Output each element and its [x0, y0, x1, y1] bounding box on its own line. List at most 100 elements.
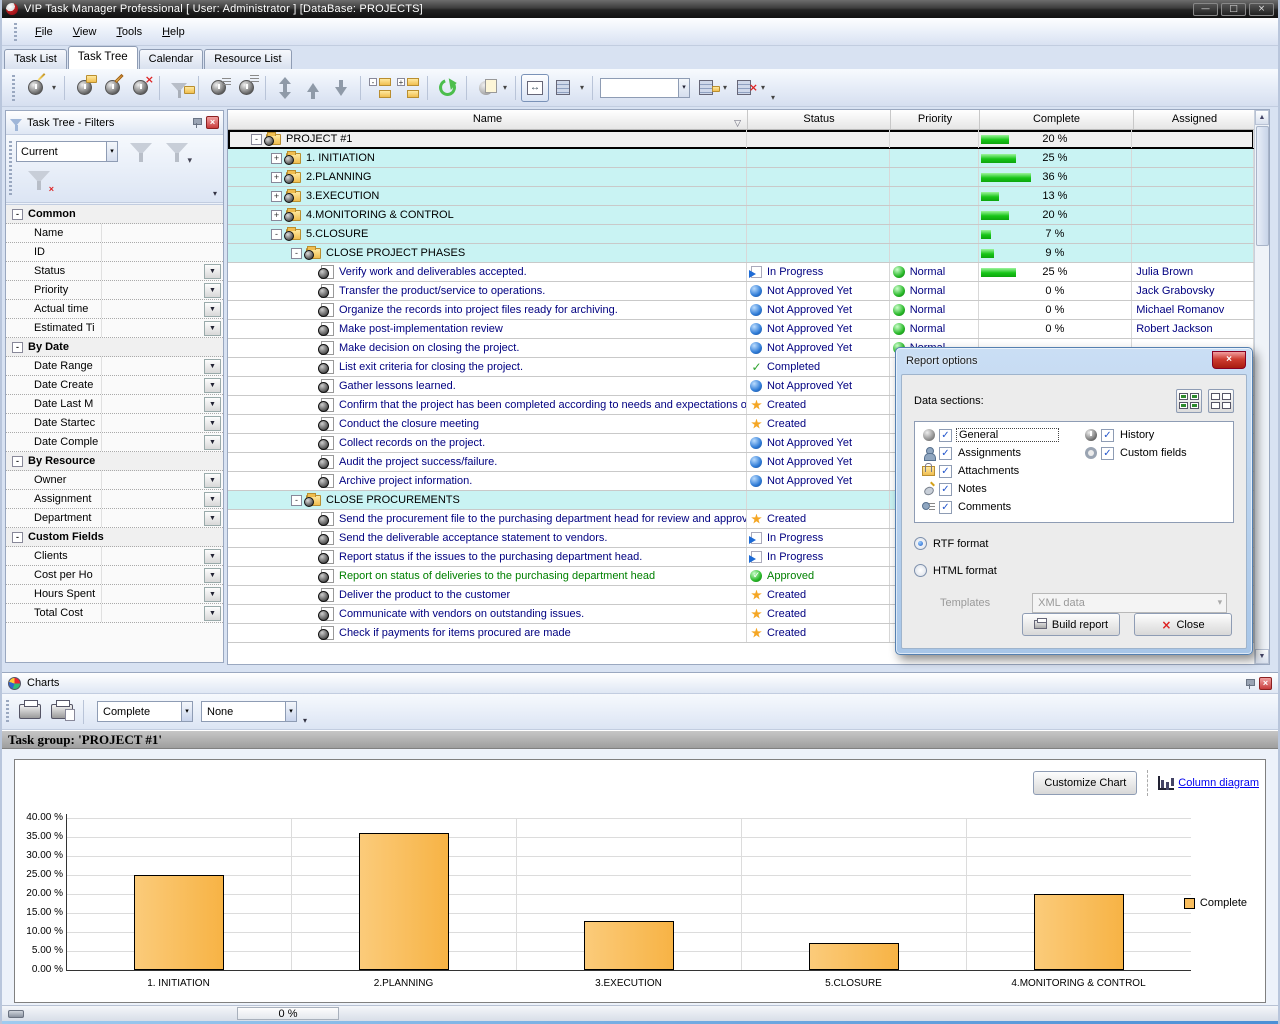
tree-expand-box[interactable]: - [291, 495, 302, 506]
group-row[interactable]: -5.CLOSURE7 % [228, 225, 1254, 244]
menu-item-view[interactable]: View [63, 23, 107, 41]
radio-button[interactable] [914, 537, 927, 550]
filter-field-dropdown[interactable]: ▼ [204, 302, 221, 317]
save-layout-button[interactable] [692, 74, 720, 102]
checkbox[interactable]: ✓ [939, 501, 952, 514]
section-checkbox-general[interactable]: ✓General [921, 427, 1059, 443]
tab-calendar[interactable]: Calendar [139, 49, 204, 69]
column-header-assigned[interactable]: Assigned [1134, 110, 1256, 129]
expand-all-button[interactable]: + [394, 74, 422, 102]
section-checkbox-custom-fields[interactable]: ✓Custom fields [1083, 445, 1189, 461]
group-row[interactable]: +1. INITIATION25 % [228, 149, 1254, 168]
filters-close-button[interactable]: × [206, 116, 219, 129]
save-layout-dropdown[interactable]: ▾ [720, 83, 730, 92]
edit-task-button[interactable] [98, 74, 126, 102]
checkbox[interactable]: ✓ [939, 447, 952, 460]
column-header-status[interactable]: Status [748, 110, 891, 129]
checkbox[interactable]: ✓ [1101, 447, 1114, 460]
tree-expand-box[interactable]: - [271, 229, 282, 240]
new-task-dropdown[interactable]: ▾ [49, 83, 59, 92]
build-report-button[interactable]: Build report [1022, 613, 1120, 636]
delete-layout-button[interactable]: × [730, 74, 758, 102]
section-checkbox-comments[interactable]: ✓Comments [921, 499, 1013, 515]
group-row[interactable]: +3.EXECUTION13 % [228, 187, 1254, 206]
radio-html-format[interactable]: HTML format [914, 564, 1234, 577]
tree-expand-box[interactable]: - [291, 248, 302, 259]
menu-item-tools[interactable]: Tools [106, 23, 152, 41]
chart-series-select[interactable]: Complete ▾ [97, 701, 193, 722]
tab-task-list[interactable]: Task List [4, 49, 67, 69]
tree-expand-box[interactable]: + [271, 153, 282, 164]
task-row[interactable]: Transfer the product/service to operatio… [228, 282, 1254, 301]
group-row[interactable]: -CLOSE PROJECT PHASES9 % [228, 244, 1254, 263]
tree-expand-box[interactable]: + [271, 172, 282, 183]
more-toolbar-options[interactable]: ▾ [768, 93, 778, 102]
filter-field-dropdown[interactable]: ▼ [204, 549, 221, 564]
select-all-sections-button[interactable] [1176, 389, 1202, 413]
clear-all-sections-button[interactable] [1208, 389, 1234, 413]
group-select-dropdown[interactable]: ▾ [285, 702, 296, 721]
radio-rtf-format[interactable]: RTF format [914, 537, 1234, 550]
collapse-all-button[interactable]: - [366, 74, 394, 102]
filter-field-dropdown[interactable]: ▼ [204, 416, 221, 431]
column-view-button[interactable] [549, 74, 577, 102]
filter-field-dropdown[interactable]: ▼ [204, 492, 221, 507]
column-header-priority[interactable]: Priority [891, 110, 980, 129]
radio-button[interactable] [914, 564, 927, 577]
filter-field-dropdown[interactable]: ▼ [204, 606, 221, 621]
column-header-name[interactable]: Name▽ [228, 110, 748, 129]
dialog-close-button[interactable]: × [1212, 351, 1246, 369]
task-details-button[interactable] [204, 74, 232, 102]
clear-filter-icon[interactable]: × [26, 169, 52, 193]
collapse-section-box[interactable]: - [12, 456, 23, 467]
dialog-close-action-button[interactable]: × Close [1134, 613, 1232, 636]
scroll-up-button[interactable]: ▲ [1255, 110, 1269, 125]
filter-field-dropdown[interactable]: ▼ [204, 264, 221, 279]
filter-section-by-resource[interactable]: -By Resource [6, 452, 223, 471]
group-row[interactable]: +2.PLANNING36 % [228, 168, 1254, 187]
filter-section-by-date[interactable]: -By Date [6, 338, 223, 357]
task-history-button[interactable] [232, 74, 260, 102]
section-checkbox-notes[interactable]: ✓Notes [921, 481, 989, 497]
filter-preset-select[interactable]: Current ▾ [16, 141, 118, 162]
column-view-dropdown[interactable]: ▾ [577, 83, 587, 92]
vertical-scrollbar[interactable]: ▲ ▼ [1254, 110, 1269, 664]
collapse-section-box[interactable]: - [12, 532, 23, 543]
pin-icon[interactable] [191, 117, 202, 128]
collapse-section-box[interactable]: - [12, 342, 23, 353]
chart-group-select[interactable]: None ▾ [201, 701, 297, 722]
filter-field-dropdown[interactable]: ▼ [204, 568, 221, 583]
filter-preset-dropdown[interactable]: ▾ [106, 142, 117, 161]
filter-field-dropdown[interactable]: ▼ [204, 473, 221, 488]
filter-field-dropdown[interactable]: ▼ [204, 283, 221, 298]
checkbox[interactable]: ✓ [939, 429, 952, 442]
search-box[interactable]: ▾ [600, 78, 690, 98]
task-row[interactable]: Verify work and deliverables accepted.In… [228, 263, 1254, 282]
move-up-button[interactable] [299, 74, 327, 102]
filter-tasks-button[interactable] [165, 74, 193, 102]
minimize-button[interactable]: — [1193, 3, 1218, 16]
search-dropdown[interactable]: ▾ [678, 79, 689, 97]
new-task-button[interactable] [21, 74, 49, 102]
group-row[interactable]: +4.MONITORING & CONTROL20 % [228, 206, 1254, 225]
scroll-thumb[interactable] [1256, 126, 1269, 246]
scroll-down-button[interactable]: ▼ [1255, 649, 1269, 664]
tree-expand-box[interactable]: + [271, 210, 282, 221]
column-header-complete[interactable]: Complete [980, 110, 1134, 129]
filter-field-dropdown[interactable]: ▼ [204, 397, 221, 412]
templates-select[interactable]: XML data [1032, 593, 1227, 613]
reports-dropdown[interactable]: ▾ [500, 83, 510, 92]
filter-field-dropdown[interactable]: ▼ [204, 435, 221, 450]
refresh-button[interactable] [433, 74, 461, 102]
tab-task-tree[interactable]: Task Tree [68, 46, 138, 69]
charts-pin-icon[interactable] [1244, 678, 1255, 689]
move-task-button[interactable] [271, 74, 299, 102]
filter-section-common[interactable]: -Common [6, 205, 223, 224]
filter-field-dropdown[interactable]: ▼ [204, 378, 221, 393]
series-select-dropdown[interactable]: ▾ [181, 702, 192, 721]
apply-filter-icon[interactable] [128, 141, 154, 165]
filter-field-dropdown[interactable]: ▼ [204, 511, 221, 526]
fit-columns-button[interactable] [521, 74, 549, 102]
group-row[interactable]: -PROJECT #120 % [228, 130, 1254, 149]
section-checkbox-attachments[interactable]: ✓Attachments [921, 463, 1021, 479]
